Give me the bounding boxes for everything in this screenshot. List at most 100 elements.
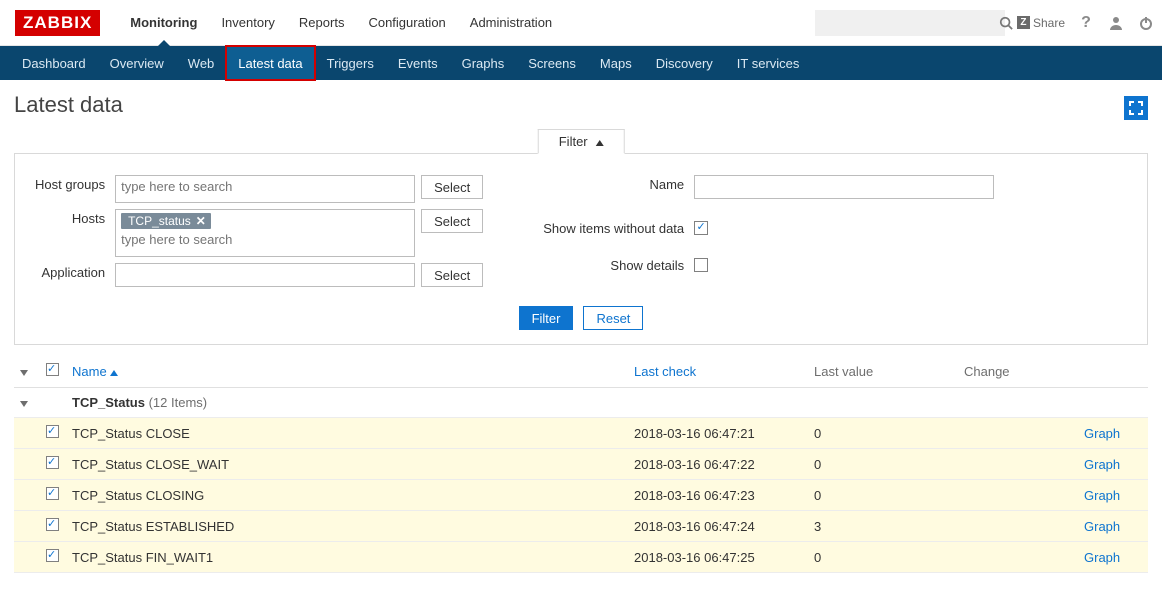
search-input[interactable] (823, 15, 999, 30)
top-nav-administration[interactable]: Administration (458, 0, 564, 46)
host-groups-select-button[interactable]: Select (421, 175, 483, 199)
col-last-check[interactable]: Last check (628, 355, 808, 388)
table-row: TCP_Status CLOSE2018-03-16 06:47:210Grap… (14, 418, 1148, 449)
host-tag-label: TCP_status (128, 214, 191, 228)
group-row[interactable]: TCP_Status (12 Items) (14, 388, 1148, 418)
chevron-down-icon[interactable] (20, 401, 28, 407)
share-label: Share (1033, 16, 1065, 30)
cell-change (958, 480, 1078, 511)
page-title: Latest data (14, 88, 123, 128)
host-tag[interactable]: TCP_status ✕ (121, 213, 211, 229)
chevron-down-icon (20, 370, 28, 376)
row-checkbox[interactable] (46, 518, 59, 531)
label-show-without-data: Show items without data (543, 216, 694, 253)
row-checkbox[interactable] (46, 456, 59, 469)
help-icon[interactable]: ? (1077, 14, 1095, 32)
graph-link[interactable]: Graph (1084, 519, 1120, 534)
subtab-events[interactable]: Events (386, 46, 450, 80)
subtab-overview[interactable]: Overview (98, 46, 176, 80)
select-all-checkbox[interactable] (46, 363, 59, 376)
label-host-groups: Host groups (35, 172, 115, 206)
graph-link[interactable]: Graph (1084, 488, 1120, 503)
col-last-value: Last value (808, 355, 958, 388)
graph-link[interactable]: Graph (1084, 457, 1120, 472)
subtab-it-services[interactable]: IT services (725, 46, 812, 80)
col-checkbox-all[interactable] (40, 355, 66, 388)
show-without-data-checkbox[interactable] (694, 221, 708, 235)
top-nav: Monitoring Inventory Reports Configurati… (118, 0, 564, 46)
global-search[interactable] (815, 10, 1005, 36)
application-select-button[interactable]: Select (421, 263, 483, 287)
top-nav-configuration[interactable]: Configuration (356, 0, 457, 46)
cell-last-value: 0 (808, 449, 958, 480)
label-show-details: Show details (543, 253, 694, 290)
remove-tag-icon[interactable]: ✕ (196, 214, 206, 228)
cell-last-check: 2018-03-16 06:47:23 (628, 480, 808, 511)
cell-change (958, 449, 1078, 480)
graph-link[interactable]: Graph (1084, 426, 1120, 441)
top-header: ZABBIX Monitoring Inventory Reports Conf… (0, 0, 1162, 46)
subtab-graphs[interactable]: Graphs (450, 46, 517, 80)
col-name[interactable]: Name (66, 355, 628, 388)
cell-change (958, 418, 1078, 449)
top-nav-inventory[interactable]: Inventory (209, 0, 286, 46)
name-field[interactable] (694, 175, 994, 199)
table-row: TCP_Status CLOSE_WAIT2018-03-16 06:47:22… (14, 449, 1148, 480)
host-groups-input[interactable] (115, 175, 415, 203)
table-row: TCP_Status CLOSING2018-03-16 06:47:230 Gr… (14, 480, 1148, 511)
cell-name: TCP_Status CLOSING (66, 480, 628, 511)
filter-panel: Filter Host groups Select (14, 153, 1148, 345)
subtab-latest-data[interactable]: Latest data (226, 46, 314, 80)
host-groups-field[interactable] (121, 179, 409, 194)
col-change: Change (958, 355, 1078, 388)
cell-change (958, 542, 1078, 573)
subtab-screens[interactable]: Screens (516, 46, 588, 80)
top-nav-monitoring[interactable]: Monitoring (118, 0, 209, 46)
reset-button[interactable]: Reset (583, 306, 643, 330)
search-icon[interactable] (999, 14, 1013, 32)
subtab-web[interactable]: Web (176, 46, 227, 80)
label-name: Name (543, 172, 694, 216)
cell-last-value: 0 (808, 542, 958, 573)
cell-change (958, 511, 1078, 542)
cell-last-value: 0 (808, 480, 958, 511)
cell-name: TCP_Status CLOSE (66, 418, 628, 449)
cell-last-value: 0 (808, 418, 958, 449)
label-hosts: Hosts (35, 206, 115, 260)
subtab-triggers[interactable]: Triggers (315, 46, 386, 80)
table-row: TCP_Status ESTABLISHED2018-03-16 06:47:2… (14, 511, 1148, 542)
page-body: Latest data Filter Host groups (0, 80, 1162, 591)
row-checkbox[interactable] (46, 549, 59, 562)
cell-name: TCP_Status CLOSE_WAIT (66, 449, 628, 480)
user-icon[interactable] (1107, 14, 1125, 32)
filter-button[interactable]: Filter (519, 306, 574, 330)
power-icon[interactable] (1137, 14, 1155, 32)
table-row: TCP_Status FIN_WAIT12018-03-16 06:47:250… (14, 542, 1148, 573)
subtab-maps[interactable]: Maps (588, 46, 644, 80)
graph-link[interactable]: Graph (1084, 550, 1120, 565)
top-right-tools: Z Share ? (815, 10, 1155, 36)
cell-last-check: 2018-03-16 06:47:24 (628, 511, 808, 542)
col-expand[interactable] (14, 355, 40, 388)
filter-toggle[interactable]: Filter (538, 129, 625, 154)
label-application: Application (35, 260, 115, 290)
fullscreen-button[interactable] (1124, 96, 1148, 120)
hosts-field[interactable] (121, 232, 409, 247)
col-action (1078, 355, 1148, 388)
subtab-dashboard[interactable]: Dashboard (10, 46, 98, 80)
share-button[interactable]: Z Share (1017, 16, 1065, 30)
application-field[interactable] (115, 263, 415, 287)
row-checkbox[interactable] (46, 425, 59, 438)
subtab-discovery[interactable]: Discovery (644, 46, 725, 80)
share-icon: Z (1017, 16, 1030, 29)
group-name: TCP_Status (72, 395, 145, 410)
filter-label: Filter (559, 134, 588, 149)
show-details-checkbox[interactable] (694, 258, 708, 272)
latest-data-table: Name Last check Last value Change TCP_St… (14, 355, 1148, 573)
chevron-up-icon (595, 140, 603, 146)
cell-last-check: 2018-03-16 06:47:25 (628, 542, 808, 573)
hosts-input[interactable]: TCP_status ✕ (115, 209, 415, 257)
row-checkbox[interactable] (46, 487, 59, 500)
top-nav-reports[interactable]: Reports (287, 0, 357, 46)
hosts-select-button[interactable]: Select (421, 209, 483, 233)
